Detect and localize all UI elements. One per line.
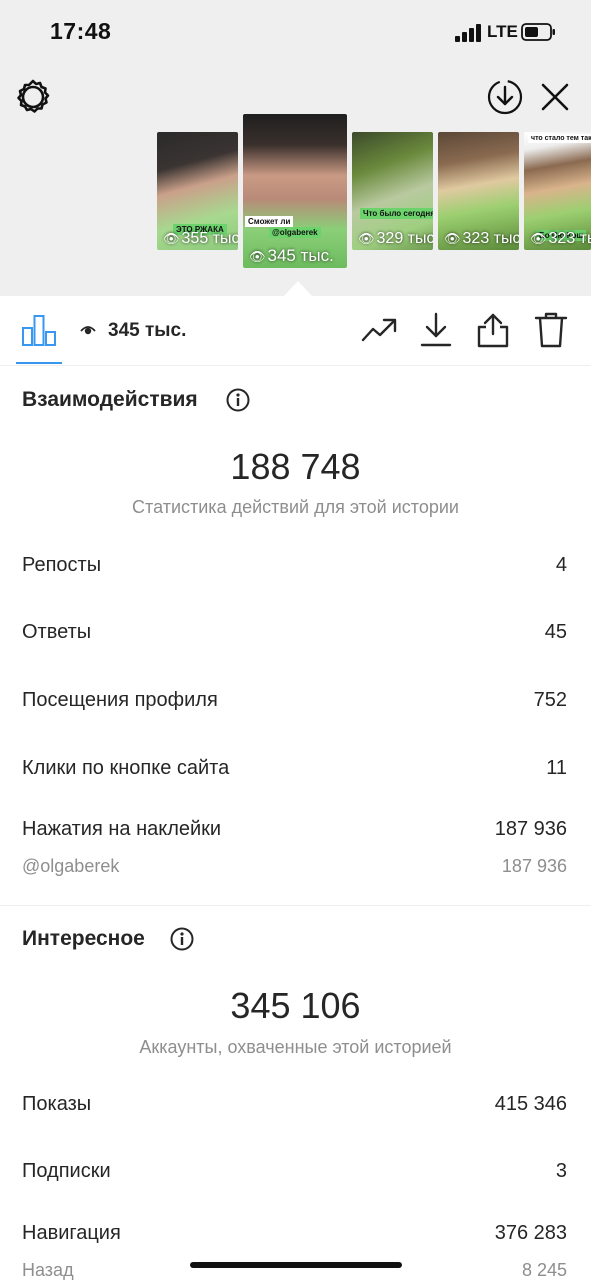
thumbnail-views: 👁 345 тыс. <box>249 246 334 265</box>
stat-value-replies: 45 <box>544 621 567 643</box>
signal-icon <box>455 24 483 42</box>
stat-label-follows: Подписки <box>22 1160 111 1182</box>
thumbnail-views: 👁 355 тыс. <box>163 230 238 248</box>
thumbnail-views: 👁 329 тыс. <box>358 230 433 248</box>
story-preview-area: 17:48 LTE ЭТО РЖАКА 👁 355 тыс. Сможет ли… <box>0 0 591 297</box>
thumbnail-views: 👁323 тыс. <box>444 230 519 248</box>
thumbnail-views-count: 329 тыс. <box>376 230 433 247</box>
share-icon[interactable] <box>476 312 510 348</box>
interactions-caption: Статистика действий для этой истории <box>132 497 459 517</box>
close-icon[interactable] <box>538 80 572 114</box>
network-type: LTE <box>487 22 518 41</box>
story-thumbnail[interactable]: что стало тем такого костю Бо Сю Кош 👁32… <box>524 132 591 250</box>
bar-chart-icon[interactable] <box>22 314 56 346</box>
info-icon[interactable] <box>170 927 194 951</box>
stat-label-reposts: Репосты <box>22 554 102 576</box>
navigation-back-value: 8 245 <box>521 1260 567 1280</box>
stat-label-website-clicks: Клики по кнопке сайта <box>22 757 230 779</box>
stat-label-navigation: Навигация <box>22 1222 121 1244</box>
thumbnail-views: 👁323 тыс. <box>530 230 591 248</box>
story-sticker: Что было сегодня <box>360 208 433 219</box>
trend-icon[interactable] <box>360 314 398 346</box>
story-thumbnail-selected[interactable]: Сможет ли @olgaberek 👁 345 тыс. <box>243 114 347 268</box>
thumbnail-views-count: 345 тыс. <box>267 246 334 265</box>
selected-story-pointer <box>283 281 313 297</box>
insights-tab-indicator <box>16 362 62 364</box>
stat-value-follows: 3 <box>555 1160 567 1182</box>
story-caption: Сможет ли <box>245 216 294 227</box>
info-icon[interactable] <box>226 388 250 412</box>
section-divider <box>0 905 591 906</box>
story-sticker: @olgaberek <box>269 227 321 238</box>
home-indicator[interactable] <box>190 1262 402 1268</box>
sticker-mention-value: 187 936 <box>501 856 567 876</box>
story-thumbnail[interactable]: Что было сегодня 👁 329 тыс. <box>352 132 433 250</box>
stat-label-profile-visits: Посещения профиля <box>22 689 218 711</box>
section-title-interactions: Взаимодействия <box>22 388 198 411</box>
stat-value-profile-visits: 752 <box>533 689 567 711</box>
status-bar: 17:48 LTE <box>0 0 591 62</box>
story-thumbnail-strip: ЭТО РЖАКА 👁 355 тыс. Сможет ли @olgaberek… <box>0 110 591 280</box>
battery-icon <box>521 23 555 41</box>
stat-label-replies: Ответы <box>22 621 92 643</box>
trash-icon[interactable] <box>534 312 568 348</box>
stat-value-impressions: 415 346 <box>494 1093 567 1115</box>
sticker-mention-label: @olgaberek <box>22 856 120 876</box>
thumbnail-views-count: 323 тыс. <box>462 230 519 247</box>
section-title-discovery: Интересное <box>22 927 145 950</box>
thumbnail-views-count: 323 тыс. <box>548 230 591 247</box>
interactions-total: 188 748 <box>230 446 361 487</box>
status-time: 17:48 <box>50 18 112 44</box>
stat-value-reposts: 4 <box>555 554 567 576</box>
discovery-caption: Аккаунты, охваченные этой историей <box>139 1037 452 1057</box>
story-thumbnail-image <box>243 114 347 268</box>
story-thumbnail[interactable]: 👁 323 тыс. <box>438 132 519 250</box>
stat-label-impressions: Показы <box>22 1093 92 1115</box>
download-icon[interactable] <box>420 312 452 348</box>
stat-value-sticker-taps: 187 936 <box>494 818 567 840</box>
stat-value-navigation: 376 283 <box>494 1222 567 1244</box>
eye-icon <box>80 326 96 335</box>
story-thumbnail[interactable]: ЭТО РЖАКА 👁 355 тыс. <box>157 132 238 250</box>
story-toolbar: 345 тыс. <box>0 296 591 366</box>
reach-count: 345 тыс. <box>108 320 187 341</box>
thumbnail-views-count: 355 тыс. <box>181 230 238 247</box>
story-caption: что стало тем такого костю <box>528 134 591 143</box>
stat-value-website-clicks: 11 <box>546 757 567 779</box>
stat-label-sticker-taps: Нажатия на наклейки <box>22 818 222 840</box>
discovery-total: 345 106 <box>230 985 361 1026</box>
navigation-back-label: Назад <box>22 1260 74 1280</box>
